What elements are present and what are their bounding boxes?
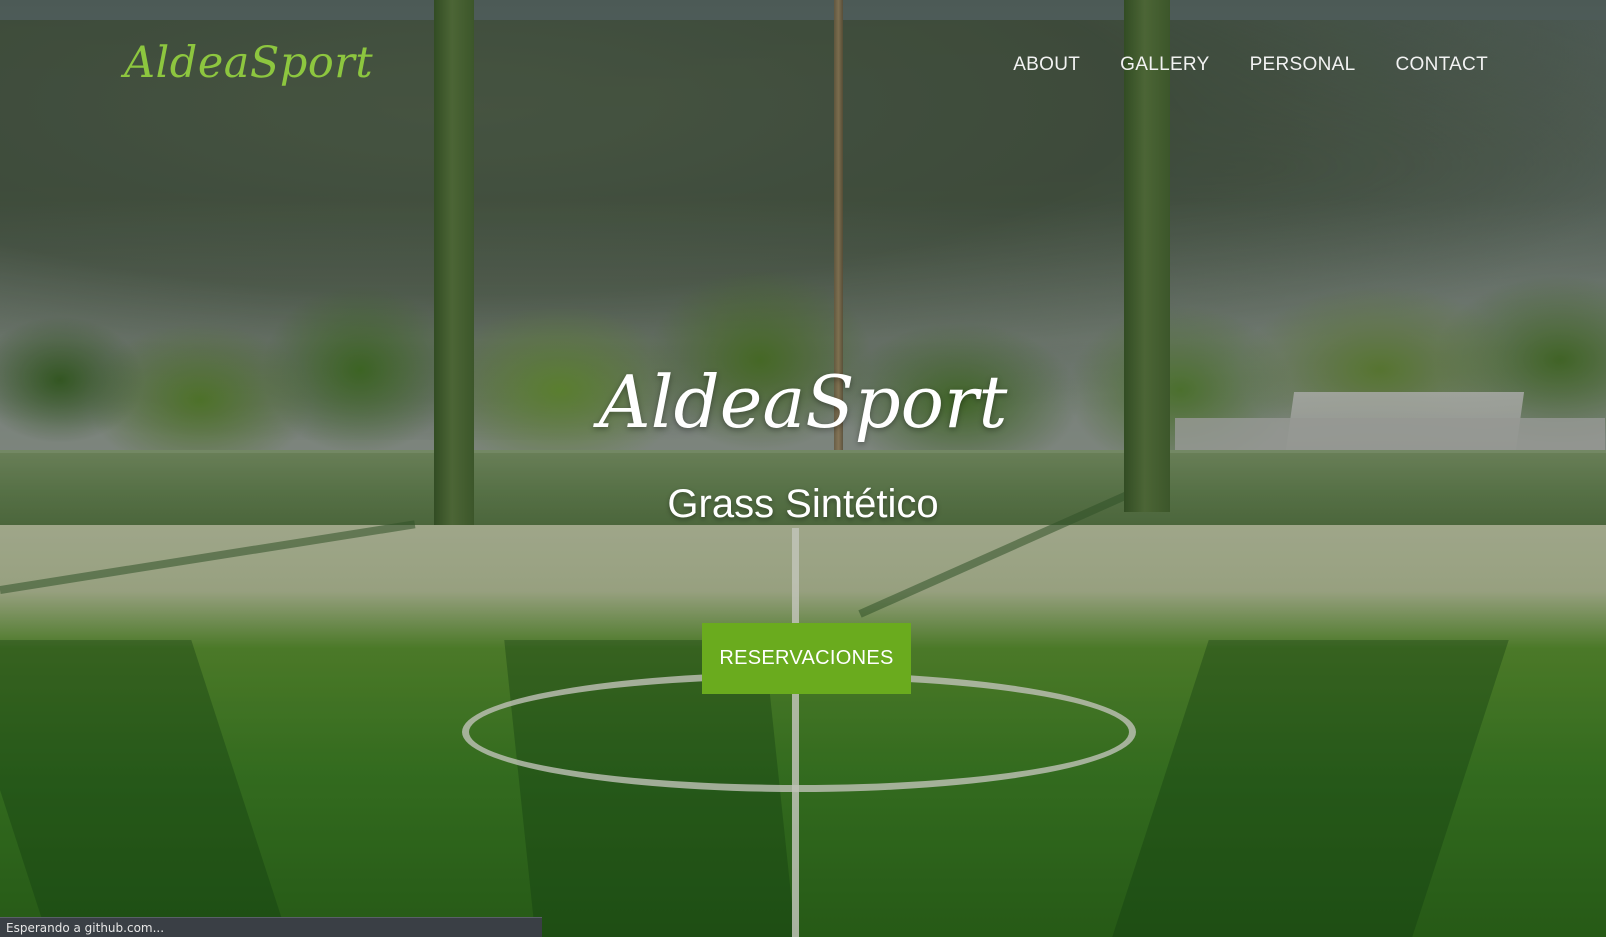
background-image	[0, 0, 1606, 937]
browser-status-bar: Esperando a github.com...	[0, 917, 542, 937]
brand-logo-link[interactable]: AldeaSport	[124, 38, 373, 88]
main-nav: ABOUT GALLERY PERSONAL CONTACT	[1013, 54, 1488, 76]
dark-overlay	[0, 0, 1606, 937]
reservaciones-button[interactable]: RESERVACIONES	[702, 623, 911, 694]
nav-link-contact[interactable]: CONTACT	[1395, 54, 1488, 76]
hero-section: AldeaSport ABOUT GALLERY PERSONAL CONTAC…	[0, 0, 1606, 937]
nav-link-personal[interactable]: PERSONAL	[1250, 54, 1356, 76]
hero-title: AldeaSport	[598, 360, 1008, 444]
nav-link-gallery[interactable]: GALLERY	[1120, 54, 1209, 76]
nav-link-about[interactable]: ABOUT	[1013, 54, 1080, 76]
hero-subtitle: Grass Sintético	[667, 482, 939, 526]
